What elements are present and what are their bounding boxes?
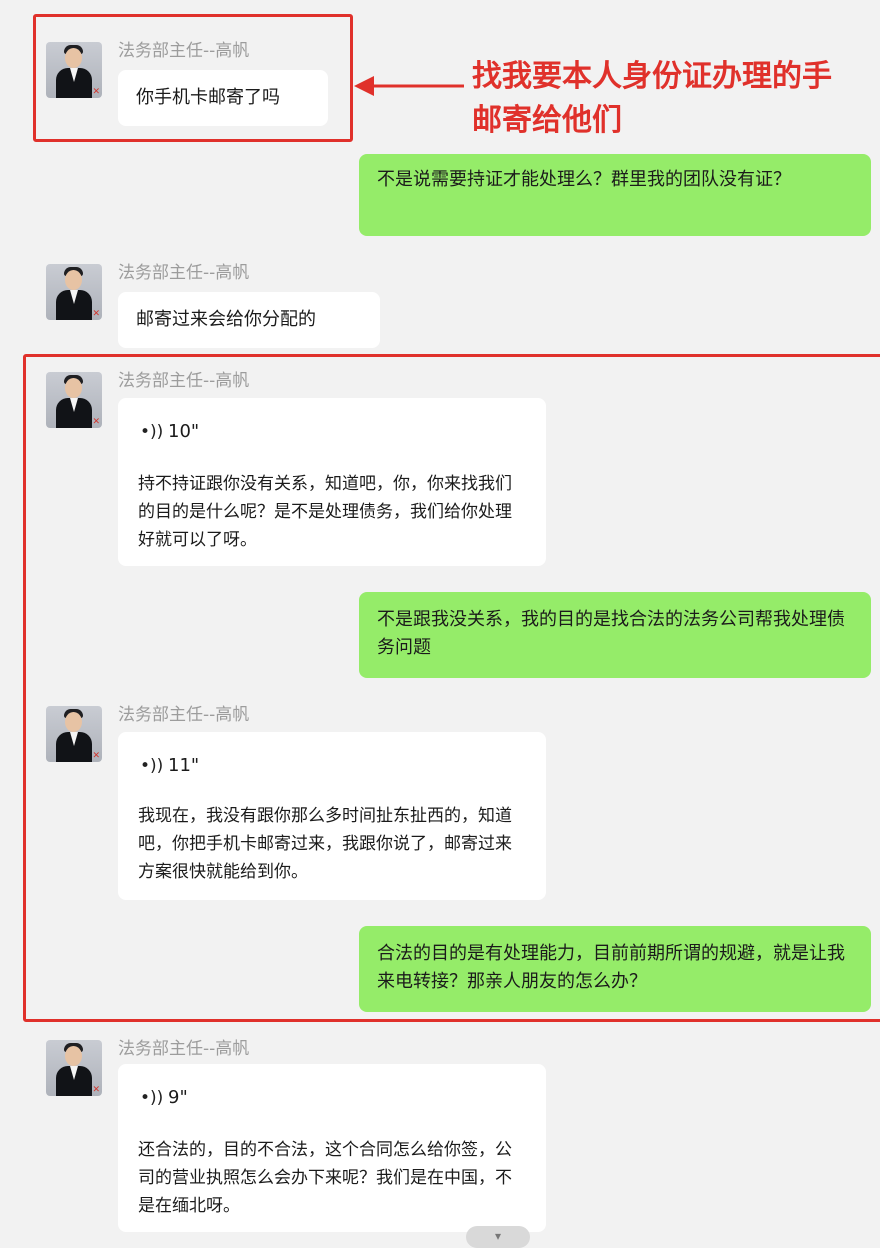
sender-name: 法务部主任--高帆 xyxy=(118,1039,250,1059)
sender-avatar[interactable]: ✕ xyxy=(46,372,102,428)
message-text: 合法的目的是有处理能力，目前前期所谓的规避，就是让我来电转接？那亲人朋友的怎么办… xyxy=(377,943,845,992)
voice-wave-icon: •)) xyxy=(140,756,164,776)
voice-wave-icon: •)) xyxy=(140,1088,164,1108)
message-sent-3[interactable]: 合法的目的是有处理能力，目前前期所谓的规避，就是让我来电转接？那亲人朋友的怎么办… xyxy=(359,926,871,1012)
voice-message-bubble[interactable]: •)) 10" 持不持证跟你没有关系，知道吧，你，你来找我们的目的是什么呢？是不… xyxy=(118,398,546,566)
voice-play-button[interactable]: •)) 11" xyxy=(140,752,199,780)
voice-play-button[interactable]: •)) 10" xyxy=(140,418,199,446)
voice-duration: 9" xyxy=(168,1087,188,1108)
voice-wave-icon: •)) xyxy=(140,422,164,442)
message-sent-1[interactable]: 不是说需要持证才能处理么？群里我的团队没有证？ xyxy=(359,154,871,236)
annotation-arrow-icon xyxy=(354,76,464,96)
message-bubble[interactable]: 邮寄过来会给你分配的 xyxy=(118,292,380,348)
voice-duration: 11" xyxy=(168,755,200,776)
sender-name: 法务部主任--高帆 xyxy=(118,371,250,391)
highlight-box-top xyxy=(33,14,353,142)
voice-duration: 10" xyxy=(168,421,200,442)
sender-avatar[interactable]: ✕ xyxy=(46,706,102,762)
scroll-down-button[interactable]: ▾ xyxy=(466,1226,530,1248)
voice-play-button[interactable]: •)) 9" xyxy=(140,1084,188,1112)
voice-transcript: 持不持证跟你没有关系，知道吧，你，你来找我们的目的是什么呢？是不是处理债务，我们… xyxy=(138,474,512,550)
sender-avatar[interactable]: ✕ xyxy=(46,264,102,320)
sender-name: 法务部主任--高帆 xyxy=(118,263,250,283)
message-text: 不是跟我没关系，我的目的是找合法的法务公司帮我处理债务问题 xyxy=(377,609,845,658)
voice-message-bubble[interactable]: •)) 11" 我现在，我没有跟你那么多时间扯东扯西的，知道吧，你把手机卡邮寄过… xyxy=(118,732,546,900)
voice-transcript: 还合法的，目的不合法，这个合同怎么给你签，公司的营业执照怎么会办下来呢？我们是在… xyxy=(138,1140,512,1216)
sender-name: 法务部主任--高帆 xyxy=(118,705,250,725)
message-text: 邮寄过来会给你分配的 xyxy=(136,309,316,330)
voice-transcript: 我现在，我没有跟你那么多时间扯东扯西的，知道吧，你把手机卡邮寄过来，我跟你说了，… xyxy=(138,806,512,882)
voice-message-bubble[interactable]: •)) 9" 还合法的，目的不合法，这个合同怎么给你签，公司的营业执照怎么会办下… xyxy=(118,1064,546,1232)
annotation-line-2: 邮寄给他们 xyxy=(472,103,622,138)
message-text: 不是说需要持证才能处理么？群里我的团队没有证？ xyxy=(377,169,791,190)
chevron-down-icon: ▾ xyxy=(494,1229,502,1243)
message-sent-2[interactable]: 不是跟我没关系，我的目的是找合法的法务公司帮我处理债务问题 xyxy=(359,592,871,678)
sender-avatar[interactable]: ✕ xyxy=(46,1040,102,1096)
annotation-line-1: 找我要本人身份证办理的手 xyxy=(472,59,832,94)
